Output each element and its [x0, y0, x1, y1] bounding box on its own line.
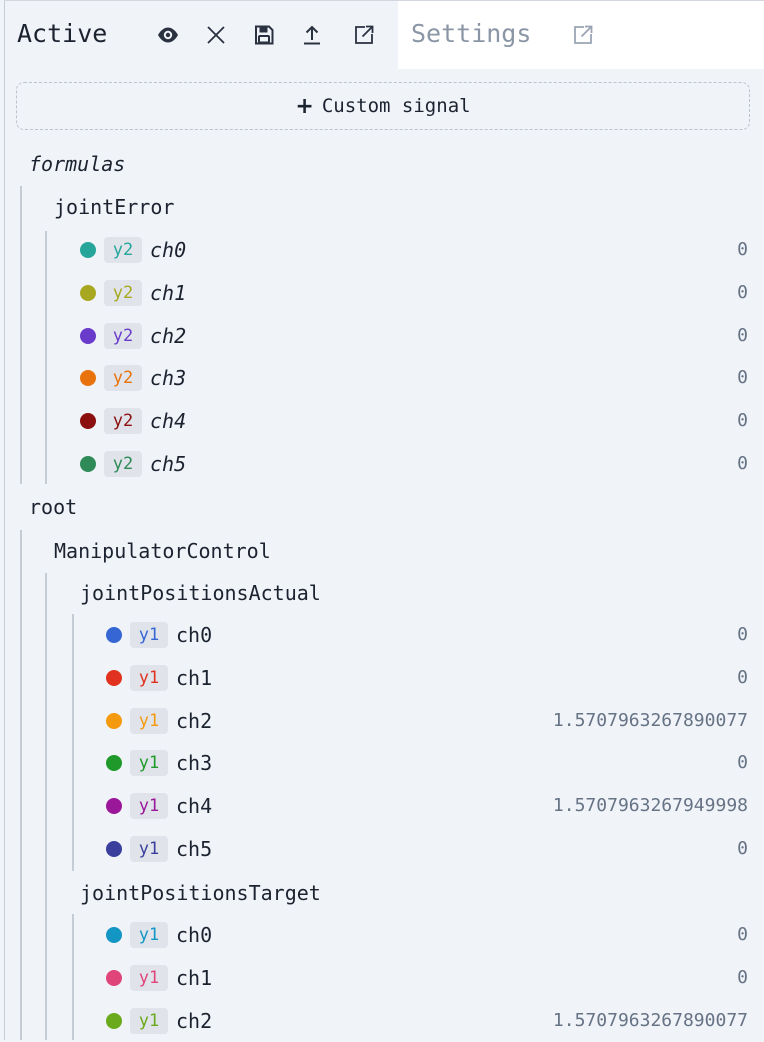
external-link-icon[interactable]	[571, 23, 595, 47]
tab-settings-label: Settings	[411, 19, 532, 48]
signal-row[interactable]: y2 ch3 0	[0, 357, 764, 399]
signal-value: 0	[737, 838, 748, 859]
axis-badge[interactable]: y2	[104, 365, 142, 392]
signal-name: ch5	[176, 837, 213, 861]
signal-color-dot[interactable]	[80, 413, 96, 430]
panel-header: Active Settings	[5, 1, 764, 69]
signal-color-dot[interactable]	[106, 1012, 122, 1029]
signal-name: ch3	[176, 751, 213, 776]
signal-name: ch2	[176, 1008, 213, 1033]
axis-badge[interactable]: y1	[130, 964, 168, 991]
axis-badge[interactable]: y1	[130, 922, 168, 948]
signal-color-dot[interactable]	[80, 456, 96, 472]
signal-color-dot[interactable]	[80, 327, 96, 344]
signal-row[interactable]: y1 ch0 0	[0, 614, 764, 656]
signal-name: ch1	[150, 280, 187, 305]
signal-row[interactable]: y2 ch1 0	[0, 272, 764, 314]
signal-row[interactable]: y1 ch5 0	[0, 828, 764, 870]
axis-badge[interactable]: y1	[130, 707, 168, 734]
signal-value: 0	[737, 752, 748, 774]
tree-group-jointpositionsactual[interactable]: jointPositionsActual	[80, 580, 321, 606]
signal-name: ch0	[150, 238, 187, 262]
signal-value: 0	[737, 239, 748, 260]
signal-name: ch5	[150, 452, 187, 476]
signal-row[interactable]: y1 ch3 0	[0, 742, 764, 784]
eye-icon[interactable]	[156, 23, 180, 47]
signal-color-dot[interactable]	[106, 755, 122, 772]
signal-color-dot[interactable]	[106, 669, 122, 686]
signal-row[interactable]: y1 ch2 1.5707963267890077	[0, 700, 764, 742]
signal-name: ch2	[150, 323, 187, 348]
custom-signal-label: Custom signal	[321, 95, 471, 117]
signal-row[interactable]: y1 ch4 1.5707963267949998	[0, 785, 764, 827]
signal-name: ch1	[176, 965, 213, 990]
signal-row[interactable]: y1 ch2 1.5707963267890077	[0, 1000, 764, 1042]
signal-name: ch1	[176, 665, 213, 690]
axis-badge[interactable]: y1	[130, 750, 168, 777]
signal-color-dot[interactable]	[80, 242, 96, 258]
tab-settings[interactable]: Settings	[398, 1, 764, 69]
tree-group-formulas[interactable]: formulas	[29, 151, 125, 177]
signal-value: 0	[737, 966, 748, 988]
signal-row[interactable]: y2 ch4 0	[0, 400, 764, 442]
signal-color-dot[interactable]	[80, 284, 96, 301]
signal-name: ch4	[176, 794, 213, 819]
signal-value: 0	[737, 367, 748, 389]
signal-color-dot[interactable]	[106, 927, 122, 943]
close-icon[interactable]	[204, 23, 228, 47]
signal-value: 0	[737, 453, 748, 474]
signal-row[interactable]: y2 ch5 0	[0, 443, 764, 485]
tree-group-jointerror[interactable]: jointError	[54, 194, 174, 220]
axis-badge[interactable]: y1	[130, 622, 168, 648]
signal-name: ch0	[176, 923, 213, 947]
save-icon[interactable]	[252, 23, 276, 47]
signal-value: 0	[737, 324, 748, 346]
panel-left-border	[4, 0, 5, 1040]
tab-active-label: Active	[17, 19, 108, 48]
signal-name: ch0	[176, 623, 213, 647]
axis-badge[interactable]: y2	[104, 408, 142, 435]
signal-value: 0	[737, 924, 748, 945]
signal-value: 0	[737, 281, 748, 303]
tab-active[interactable]: Active	[5, 1, 397, 69]
signal-color-dot[interactable]	[106, 627, 122, 643]
signal-value: 0	[737, 624, 748, 645]
signal-name: ch2	[176, 708, 213, 733]
axis-badge[interactable]: y1	[130, 836, 168, 862]
tree-group-jointpositionstarget[interactable]: jointPositionsTarget	[80, 880, 321, 906]
signal-row[interactable]: y2 ch0 0	[0, 229, 764, 271]
axis-badge[interactable]: y2	[104, 237, 142, 263]
custom-signal-button[interactable]: + Custom signal	[16, 82, 750, 130]
axis-badge[interactable]: y1	[130, 793, 168, 820]
signal-value: 0	[737, 410, 748, 432]
axis-badge[interactable]: y2	[104, 279, 142, 306]
signal-name: ch4	[150, 409, 187, 434]
signal-row[interactable]: y1 ch0 0	[0, 914, 764, 956]
signal-row[interactable]: y2 ch2 0	[0, 315, 764, 357]
signal-color-dot[interactable]	[80, 370, 96, 387]
signal-value: 1.5707963267949998	[552, 795, 748, 817]
signal-color-dot[interactable]	[106, 841, 122, 857]
plus-icon: +	[295, 93, 314, 119]
axis-badge[interactable]: y2	[104, 451, 142, 477]
signal-color-dot[interactable]	[106, 798, 122, 815]
signal-color-dot[interactable]	[106, 712, 122, 729]
axis-badge[interactable]: y1	[130, 664, 168, 691]
signal-value: 1.5707963267890077	[552, 709, 748, 731]
tree-group-root[interactable]: root	[29, 494, 77, 520]
signal-row[interactable]: y1 ch1 0	[0, 657, 764, 699]
axis-badge[interactable]: y2	[104, 322, 142, 349]
signal-row[interactable]: y1 ch1 0	[0, 957, 764, 999]
upload-icon[interactable]	[300, 23, 324, 47]
signal-name: ch3	[150, 366, 187, 391]
signal-value: 1.5707963267890077	[552, 1009, 748, 1031]
external-link-icon[interactable]	[352, 23, 376, 47]
tree-group-manipulatorcontrol[interactable]: ManipulatorControl	[54, 538, 271, 564]
signal-color-dot[interactable]	[106, 969, 122, 986]
signal-value: 0	[737, 666, 748, 688]
axis-badge[interactable]: y1	[130, 1007, 168, 1034]
